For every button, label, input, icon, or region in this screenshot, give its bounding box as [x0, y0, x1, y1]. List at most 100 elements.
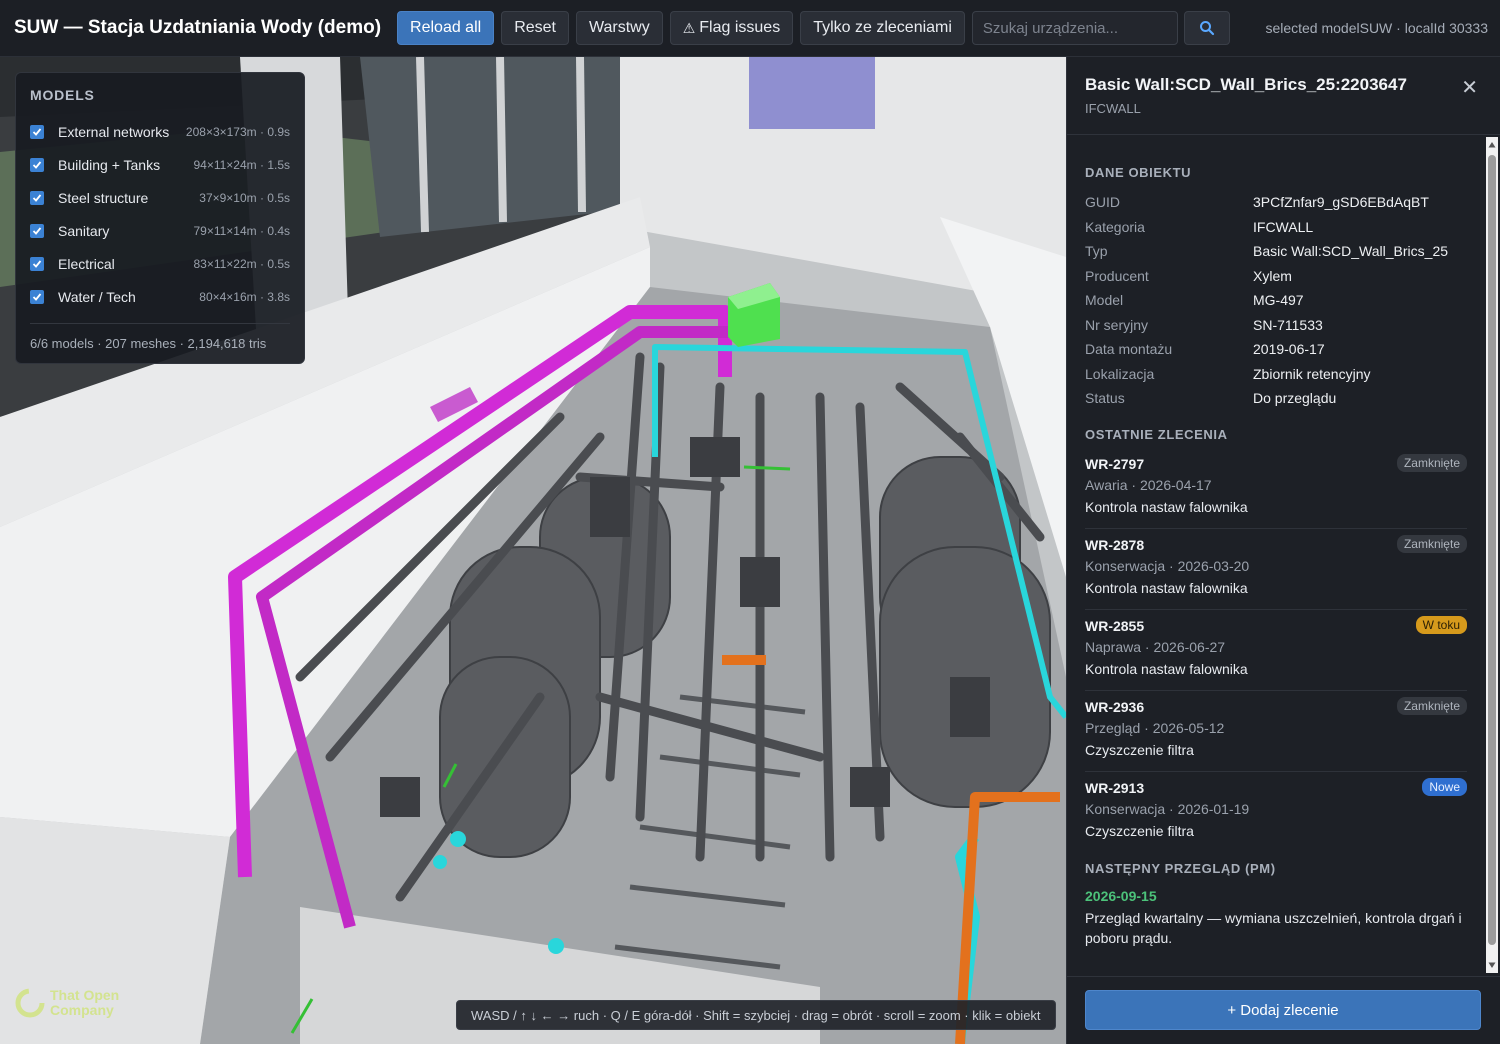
prop-row: Data montażu 2019-06-17 [1085, 337, 1467, 362]
prop-key: Kategoria [1085, 218, 1145, 235]
order-description: Czyszczenie filtra [1085, 741, 1194, 758]
prop-key: Typ [1085, 243, 1108, 260]
scrollbar[interactable] [1486, 137, 1498, 973]
work-order-item[interactable]: WR-2878 Konserwacja · 2026-03-20 Kontrol… [1085, 529, 1467, 610]
work-order-item[interactable]: WR-2913 Konserwacja · 2026-01-19 Czyszcz… [1085, 772, 1467, 853]
order-description: Kontrola nastaw falownika [1085, 579, 1248, 596]
model-row-sanitary[interactable]: Sanitary 79×11×14m · 0.4s [30, 214, 290, 247]
add-order-button[interactable]: + Dodaj zlecenie [1085, 990, 1481, 1030]
order-description: Kontrola nastaw falownika [1085, 660, 1248, 677]
model-name: Building + Tanks [58, 156, 161, 173]
order-meta: Przegląd · 2026-05-12 [1085, 719, 1225, 736]
reload-all-button[interactable]: Reload all [397, 11, 495, 45]
checkmark-icon [32, 226, 42, 235]
model-checkbox[interactable] [30, 190, 44, 205]
prop-row: Status Do przeglądu [1085, 386, 1467, 411]
status-badge: Nowe [1422, 777, 1467, 796]
model-meta: 208×3×173m · 0.9s [185, 124, 290, 139]
object-class: IFCWALL [1085, 101, 1141, 116]
checkmark-icon [32, 160, 42, 169]
prop-row: Nr seryjny SN-711533 [1085, 313, 1467, 338]
scroll-up-icon[interactable] [1488, 141, 1496, 149]
model-checkbox[interactable] [30, 223, 44, 238]
model-row-water-tech[interactable]: Water / Tech 80×4×16m · 3.8s [30, 280, 290, 313]
model-meta: 83×11×22m · 0.5s [193, 256, 290, 271]
section-title-recent-orders: OSTATNIE ZLECENIA [1085, 426, 1228, 442]
work-order-item[interactable]: WR-2936 Przegląd · 2026-05-12 Czyszczeni… [1085, 691, 1467, 772]
model-name: Steel structure [58, 189, 149, 206]
section-title-properties: DANE OBIEKTU [1085, 165, 1192, 180]
work-order-item[interactable]: WR-2797 Awaria · 2026-04-17 Kontrola nas… [1085, 448, 1467, 529]
order-id: WR-2913 [1085, 779, 1145, 796]
panel-footer: + Dodaj zlecenie [1067, 976, 1500, 1044]
model-name: Electrical [58, 255, 115, 272]
model-row-external-networks[interactable]: External networks 208×3×173m · 0.9s [30, 115, 290, 148]
section-title-next-pm: NASTĘPNY PRZEGLĄD (PM) [1085, 860, 1276, 876]
checkmark-icon [32, 259, 42, 268]
model-meta: 94×11×24m · 1.5s [193, 157, 290, 172]
prop-value: Xylem [1253, 267, 1292, 284]
navigation-hint: WASD / ↑ ↓ ← → ruch · Q / E góra-dół · S… [456, 1000, 1056, 1030]
work-order-item[interactable]: WR-2855 Naprawa · 2026-06-27 Kontrola na… [1085, 610, 1467, 691]
close-icon[interactable]: ✕ [1461, 75, 1478, 100]
models-panel-title: MODELS [30, 87, 95, 103]
prop-value: 3PCfZnfar9_gSD6EBdAqBT [1253, 194, 1429, 211]
model-name: External networks [58, 123, 170, 140]
prop-key: Lokalizacja [1085, 365, 1155, 382]
app-title: SUW — Stacja Uzdatniania Wody (demo) [14, 17, 382, 38]
prop-value: IFCWALL [1253, 218, 1314, 235]
status-badge: Zamknięte [1396, 534, 1467, 553]
prop-value: Basic Wall:SCD_Wall_Brics_25 [1253, 243, 1449, 260]
model-meta: 37×9×10m · 0.5s [199, 190, 290, 205]
flag-issues-button[interactable]: ⚠ Flag issues [669, 11, 794, 45]
flag-issues-label: Flag issues [699, 19, 781, 36]
selection-info: selected modelSUW · localId 30333 [1265, 20, 1488, 36]
model-row-building-tanks[interactable]: Building + Tanks 94×11×24m · 1.5s [30, 148, 290, 181]
order-id: WR-2855 [1085, 617, 1145, 634]
model-checkbox[interactable] [30, 124, 44, 139]
order-meta: Naprawa · 2026-06-27 [1085, 638, 1226, 655]
status-badge: W toku [1415, 615, 1467, 634]
pm-description: Przegląd kwartalny — wymiana uszczelnień… [1085, 909, 1462, 946]
model-checkbox[interactable] [30, 157, 44, 172]
scrollbar-thumb[interactable] [1488, 155, 1496, 945]
model-checkbox[interactable] [30, 256, 44, 271]
model-checkbox[interactable] [30, 289, 44, 304]
order-meta: Konserwacja · 2026-01-19 [1085, 800, 1250, 817]
model-meta: 80×4×16m · 3.8s [199, 289, 290, 304]
prop-value: Do przeglądu [1253, 390, 1337, 407]
prop-key: Data montażu [1085, 341, 1173, 358]
device-search-input[interactable] [971, 11, 1178, 45]
object-details-scroll[interactable]: DANE OBIEKTU GUID 3PCfZnfar9_gSD6EBdAqBT … [1067, 135, 1485, 976]
object-header: Basic Wall:SCD_Wall_Brics_25:2203647 IFC… [1067, 57, 1500, 135]
with-orders-filter-button[interactable]: Tylko ze zleceniami [800, 11, 965, 45]
prop-value: MG-497 [1253, 292, 1304, 309]
logo-icon [15, 988, 45, 1018]
prop-key: Producent [1085, 267, 1149, 284]
pm-date: 2026-09-15 [1085, 887, 1157, 904]
prop-value: 2019-06-17 [1253, 341, 1325, 358]
prop-key: GUID [1085, 194, 1120, 211]
logo-line-2: Company [50, 1002, 114, 1018]
scroll-down-icon[interactable] [1488, 961, 1496, 969]
checkmark-icon [32, 193, 42, 202]
model-meta: 79×11×14m · 0.4s [193, 223, 290, 238]
prop-value: SN-711533 [1253, 316, 1323, 333]
model-row-steel-structure[interactable]: Steel structure 37×9×10m · 0.5s [30, 181, 290, 214]
order-description: Kontrola nastaw falownika [1085, 498, 1248, 515]
company-logo: That Open Company [14, 987, 119, 1019]
order-meta: Awaria · 2026-04-17 [1085, 476, 1212, 493]
order-meta: Konserwacja · 2026-03-20 [1085, 557, 1250, 574]
model-row-electrical[interactable]: Electrical 83×11×22m · 0.5s [30, 247, 290, 280]
reset-button[interactable]: Reset [501, 11, 569, 45]
model-name: Water / Tech [58, 288, 136, 305]
search-button[interactable] [1183, 11, 1230, 45]
models-panel: MODELS External networks 208×3×173m · 0.… [15, 72, 305, 364]
checkmark-icon [32, 127, 42, 136]
layers-button[interactable]: Warstwy [575, 11, 663, 45]
status-badge: Zamknięte [1396, 453, 1467, 472]
3d-viewport[interactable]: MODELS External networks 208×3×173m · 0.… [0, 57, 1066, 1044]
prop-row: Producent Xylem [1085, 264, 1467, 289]
object-title: Basic Wall:SCD_Wall_Brics_25:2203647 [1085, 75, 1407, 94]
prop-key: Nr seryjny [1085, 316, 1149, 333]
